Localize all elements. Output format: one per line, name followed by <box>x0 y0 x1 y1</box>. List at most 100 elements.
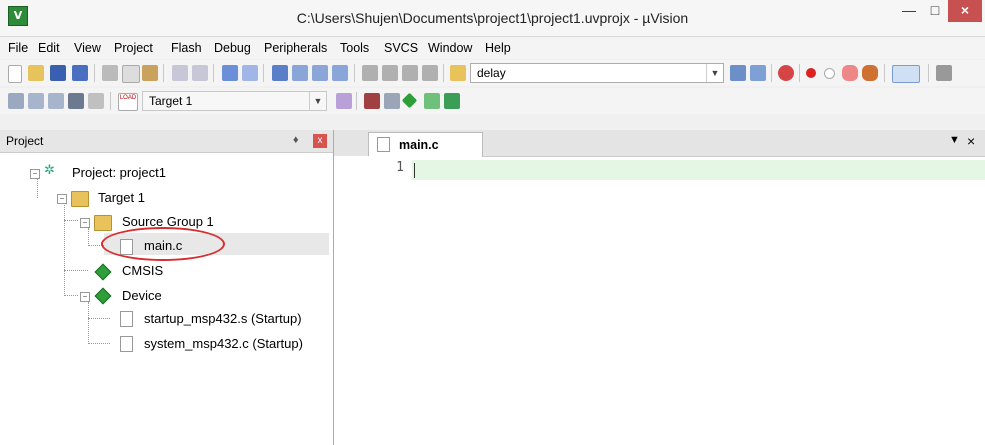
find-icon[interactable] <box>730 65 746 81</box>
tree-item-source-group[interactable]: − Source Group 1 <box>80 214 330 232</box>
manage-project-items-icon[interactable] <box>364 93 380 109</box>
configure-wrench-icon[interactable] <box>936 65 952 81</box>
pack-installer-icon[interactable] <box>424 93 440 109</box>
menu-tools[interactable]: Tools <box>340 41 369 55</box>
menu-help[interactable]: Help <box>485 41 511 55</box>
current-line-highlight[interactable] <box>412 160 985 180</box>
maximize-button[interactable]: □ <box>922 0 948 22</box>
run-time-environment-icon[interactable] <box>401 92 418 109</box>
tab-list-dropdown-icon[interactable]: ▼ <box>949 134 960 146</box>
build-icon[interactable] <box>28 93 44 109</box>
tab-close-icon[interactable]: × <box>967 133 975 149</box>
component-diamond-icon <box>94 263 112 281</box>
component-diamond-icon <box>94 287 112 305</box>
tree-label: Target 1 <box>98 190 145 205</box>
menu-debug[interactable]: Debug <box>214 41 251 55</box>
breakpoint-insert-icon[interactable] <box>806 68 816 78</box>
save-all-icon[interactable] <box>72 65 88 81</box>
breakpoint-kill-all-icon[interactable] <box>862 65 878 81</box>
tree-line <box>64 220 78 221</box>
tab-label: main.c <box>399 138 439 152</box>
tree-item-startup-file[interactable]: startup_msp432.s (Startup) <box>110 311 335 329</box>
toolbar-build: LOAD Target 1 ▼ <box>0 88 985 114</box>
title-bar: V C:\Users\Shujen\Documents\project1\pro… <box>0 0 985 37</box>
load-download-icon[interactable]: LOAD <box>118 93 138 111</box>
target-select[interactable]: Target 1 ▼ <box>142 91 327 111</box>
pin-icon[interactable]: ♦ <box>293 134 299 146</box>
tree-item-system-file[interactable]: system_msp432.c (Startup) <box>110 336 335 354</box>
paste-icon[interactable] <box>142 65 158 81</box>
undo-icon[interactable] <box>172 65 188 81</box>
tree-line <box>64 203 65 296</box>
tree-item-project[interactable]: − ✲ Project: project1 <box>30 162 330 183</box>
rebuild-icon[interactable] <box>48 93 64 109</box>
breakpoint-kill-icon[interactable] <box>842 65 858 81</box>
find-in-files-icon[interactable] <box>450 65 466 81</box>
navigate-back-icon[interactable] <box>222 65 238 81</box>
prev-bookmark-icon[interactable] <box>292 65 308 81</box>
comment-icon[interactable] <box>402 65 418 81</box>
select-software-packs-icon[interactable] <box>444 93 460 109</box>
minimize-button[interactable]: — <box>896 0 922 22</box>
breakpoint-disable-icon[interactable] <box>824 68 835 79</box>
panel-close-icon[interactable]: x <box>313 134 327 148</box>
target-options-icon[interactable] <box>336 93 352 109</box>
window-layout-icon[interactable] <box>892 65 920 83</box>
tree-item-cmsis[interactable]: CMSIS <box>94 263 324 281</box>
cut-icon[interactable] <box>102 65 118 81</box>
separator <box>94 64 95 82</box>
tab-main-c[interactable]: main.c <box>368 132 483 157</box>
debug-session-icon[interactable] <box>778 65 794 81</box>
menu-edit[interactable]: Edit <box>38 41 60 55</box>
find-combo[interactable]: delay ▼ <box>470 63 724 83</box>
menu-svcs[interactable]: SVCS <box>384 41 418 55</box>
separator <box>263 64 264 82</box>
tree-label: Device <box>122 288 162 303</box>
tree-item-device[interactable]: − Device <box>80 287 330 306</box>
uncomment-icon[interactable] <box>422 65 438 81</box>
chevron-down-icon[interactable]: ▼ <box>309 92 326 110</box>
unindent-icon[interactable] <box>382 65 398 81</box>
collapse-icon[interactable]: − <box>57 194 67 204</box>
collapse-icon[interactable]: − <box>80 218 90 228</box>
target-select-value: Target 1 <box>149 94 193 108</box>
redo-icon[interactable] <box>192 65 208 81</box>
collapse-icon[interactable]: − <box>80 292 90 302</box>
chevron-down-icon[interactable]: ▼ <box>706 64 723 82</box>
translate-icon[interactable] <box>8 93 24 109</box>
copy-icon[interactable] <box>122 65 140 83</box>
indent-icon[interactable] <box>362 65 378 81</box>
close-button[interactable]: × <box>948 0 982 22</box>
target-folder-icon <box>71 191 89 207</box>
line-number: 1 <box>396 160 404 175</box>
save-icon[interactable] <box>50 65 66 81</box>
batch-build-icon[interactable] <box>68 93 84 109</box>
menu-flash[interactable]: Flash <box>171 41 202 55</box>
project-panel-header: Project ♦ x <box>0 130 333 153</box>
separator <box>443 64 444 82</box>
separator <box>354 64 355 82</box>
open-folder-icon[interactable] <box>28 65 44 81</box>
stop-build-icon[interactable] <box>88 93 104 109</box>
window-title: C:\Users\Shujen\Documents\project1\proje… <box>296 10 689 26</box>
project-icon: ✲ <box>44 162 55 177</box>
incremental-find-icon[interactable] <box>750 65 766 81</box>
clear-bookmarks-icon[interactable] <box>332 65 348 81</box>
next-bookmark-icon[interactable] <box>312 65 328 81</box>
menu-peripherals[interactable]: Peripherals <box>264 41 327 55</box>
menu-project[interactable]: Project <box>114 41 153 55</box>
collapse-icon[interactable]: − <box>30 169 40 179</box>
menu-view[interactable]: View <box>74 41 101 55</box>
navigate-forward-icon[interactable] <box>242 65 258 81</box>
separator <box>110 92 111 110</box>
editor-area: main.c ▼ × 1 <box>334 130 985 445</box>
tree-line <box>64 270 88 271</box>
menu-file[interactable]: File <box>8 41 28 55</box>
menu-window[interactable]: Window <box>428 41 472 55</box>
bookmark-icon[interactable] <box>272 65 288 81</box>
new-file-icon[interactable] <box>8 65 22 83</box>
tree-line <box>88 343 110 344</box>
tree-item-target[interactable]: − Target 1 <box>57 190 327 208</box>
tree-label: Project: project1 <box>72 165 166 180</box>
manage-components-icon[interactable] <box>384 93 400 109</box>
